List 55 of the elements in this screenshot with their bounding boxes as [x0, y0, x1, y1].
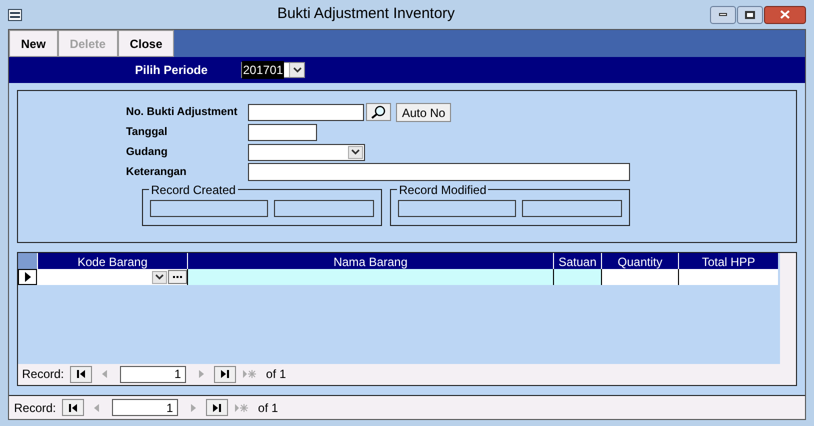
last-record-icon — [220, 369, 230, 379]
text-field[interactable] — [248, 104, 364, 120]
window-menu-icon — [8, 8, 22, 20]
table-cell — [553, 269, 601, 285]
maximize-button[interactable] — [737, 6, 763, 24]
record-nav-button[interactable] — [214, 366, 236, 382]
first-record-icon — [68, 402, 78, 412]
period-label: Pilih Periode — [135, 62, 209, 79]
table-cell[interactable] — [37, 269, 187, 285]
close-button[interactable] — [764, 6, 806, 24]
field-label: No. Bukti Adjustment — [126, 104, 238, 120]
current-row-icon — [24, 272, 30, 282]
column-header: Quantity — [601, 253, 678, 269]
record-count: of 1 — [266, 366, 286, 383]
column-header: Kode Barang — [37, 253, 187, 269]
minimize-button[interactable] — [710, 6, 736, 24]
column-header: Nama Barang — [187, 253, 553, 269]
record-label: Record: — [14, 400, 56, 416]
new-record-icon — [242, 369, 256, 379]
auto-number-button[interactable]: Auto No — [396, 102, 452, 122]
chevron-down-icon — [155, 274, 164, 280]
search-button[interactable] — [366, 103, 391, 121]
record-count: of 1 — [258, 400, 278, 416]
column-header: Satuan — [553, 253, 601, 269]
chevron-down-icon — [292, 67, 302, 73]
field-label: Gudang — [126, 144, 169, 160]
record-nav-button[interactable] — [206, 399, 228, 416]
record-nav-button[interactable] — [70, 366, 92, 382]
last-record-icon — [212, 402, 222, 412]
column-header: Total HPP — [678, 253, 778, 269]
period-dropdown[interactable]: 201701 — [241, 62, 305, 78]
table-cell[interactable] — [601, 269, 678, 285]
search-icon — [370, 105, 386, 119]
row-selector-header — [18, 253, 37, 269]
toolbar-button[interactable]: Close — [118, 30, 174, 57]
text-field[interactable] — [248, 163, 630, 181]
window-title: Bukti Adjustment Inventory — [276, 4, 456, 24]
record-label: Record: — [22, 366, 64, 383]
toolbar-button[interactable]: New — [9, 30, 58, 57]
text-field[interactable] — [248, 124, 317, 140]
browse-button[interactable] — [168, 270, 187, 284]
dropdown-field[interactable] — [248, 144, 365, 160]
table-cell[interactable] — [678, 269, 778, 285]
chevron-down-icon — [351, 149, 360, 155]
close-icon — [780, 10, 790, 19]
field-label: Keterangan — [126, 164, 188, 180]
record-number-field[interactable]: 1 — [112, 399, 178, 416]
new-record-icon — [234, 402, 248, 412]
record-number-field[interactable]: 1 — [120, 366, 186, 382]
next-record-icon — [188, 402, 198, 412]
row-selector[interactable] — [18, 269, 37, 285]
first-record-icon — [76, 369, 86, 379]
field-label: Tanggal — [126, 124, 168, 140]
record-nav-button[interactable] — [62, 399, 84, 416]
next-record-icon — [196, 369, 206, 379]
